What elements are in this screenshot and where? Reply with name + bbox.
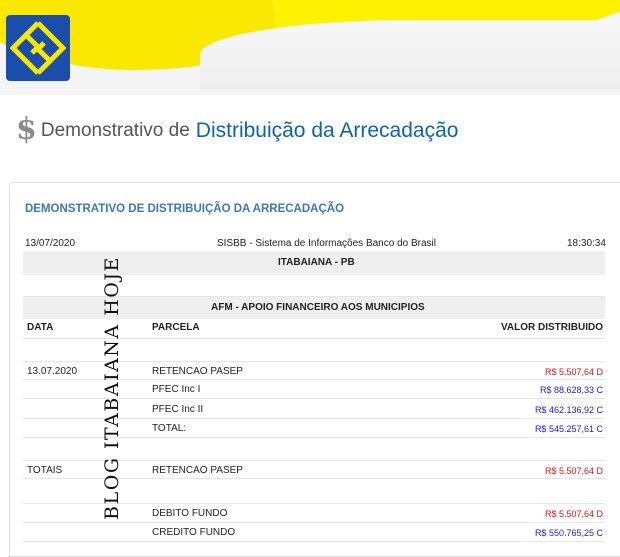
report-system: SISBB - Sistema de Informações Banco do … <box>217 238 436 249</box>
report-date: 13/07/2020 <box>25 238 76 249</box>
dollar-sign-icon: $ <box>16 111 37 147</box>
totals-debito-parcel: DEBITO FUNDO <box>152 508 228 519</box>
totals-retencao-parcel: RETENCAO PASEP <box>152 465 243 476</box>
entry-parcel: RETENCAO PASEP <box>152 366 243 377</box>
page-title-main: Distribuição da Arrecadação <box>195 119 459 142</box>
column-header-value: VALOR DISTRIBUIDO <box>500 322 603 333</box>
divider <box>23 541 605 542</box>
entry-value: R$ 545.257,61 C <box>534 424 603 434</box>
totals-credito-parcel: CREDITO FUNDO <box>152 527 236 538</box>
entry-value: R$ 88.628,33 C <box>539 385 603 395</box>
top-banner <box>0 0 620 95</box>
entry-date: 13.07.2020 <box>27 366 78 377</box>
bank-logo-icon <box>10 21 66 75</box>
banner-grey-wave <box>200 20 620 90</box>
column-header-date: DATA <box>27 322 54 333</box>
totals-retencao-value: R$ 5.507,64 D <box>544 466 603 476</box>
entry-parcel: PFEC Inc II <box>152 404 204 415</box>
page-title: $ Demonstrativo de Distribuição da Arrec… <box>16 111 459 149</box>
entry-parcel: PFEC Inc I <box>152 384 201 395</box>
totals-credito-value: R$ 550.765,25 C <box>534 528 603 538</box>
entry-value: R$ 462.136,92 C <box>534 405 603 415</box>
program-name: AFM - APOIO FINANCEIRO AOS MUNICIPIOS <box>211 302 425 313</box>
totals-label: TOTAIS <box>27 465 63 476</box>
bank-logo[interactable] <box>6 15 70 81</box>
entry-value: R$ 5.507,64 D <box>544 367 603 377</box>
section-title: DEMONSTRATIVO DE DISTRIBUIÇÃO DA ARRECAD… <box>25 203 345 215</box>
report-time: 18:30:34 <box>567 238 606 249</box>
column-header-parcel: PARCELA <box>152 322 200 333</box>
watermark-text: BLOG ITABAIANA HOJE <box>101 255 123 520</box>
page-title-prefix: Demonstrativo de <box>40 120 190 141</box>
watermark: BLOG ITABAIANA HOJE <box>100 241 124 534</box>
municipality-name: ITABAIANA - PB <box>278 257 355 268</box>
totals-debito-value: R$ 5.507,64 D <box>544 509 603 519</box>
entry-parcel: TOTAL: <box>152 423 187 434</box>
